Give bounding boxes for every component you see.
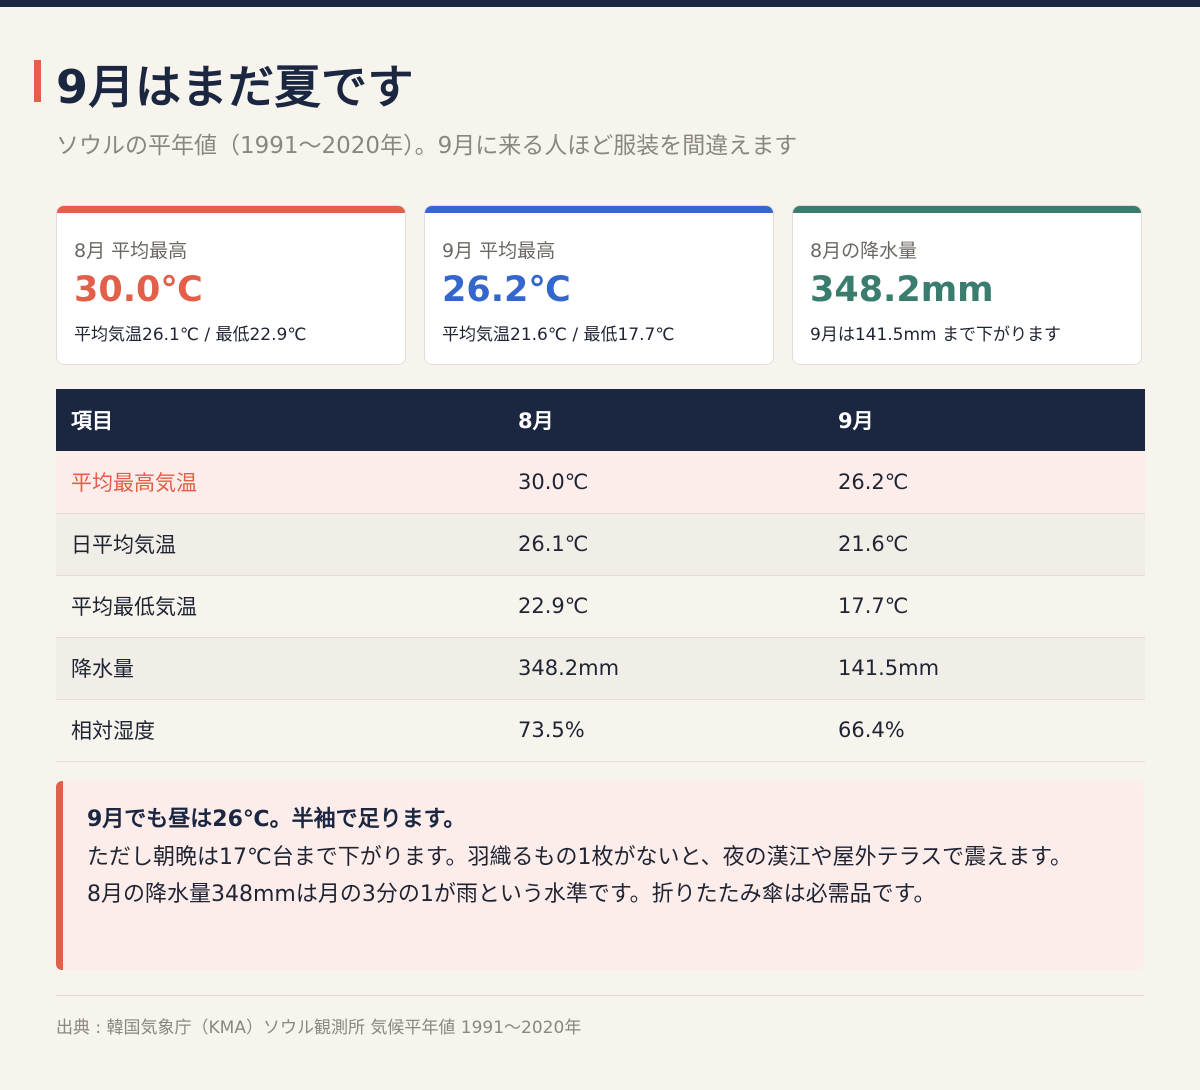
table-row: 平均最低気温 22.9℃ 17.7℃	[56, 575, 1145, 638]
page-header: 9月はまだ夏です ソウルの平年値（1991〜2020年）。9月に来る人ほど服装を…	[34, 56, 1144, 166]
card-label: 8月の降水量	[810, 240, 918, 262]
cell-aug: 26.1℃	[503, 513, 823, 576]
card-label: 8月 平均最高	[74, 240, 188, 262]
cell-sep: 17.7℃	[823, 575, 1145, 638]
row-label: 日平均気温	[56, 513, 503, 576]
table-row: 平均最高気温 30.0℃ 26.2℃	[56, 451, 1145, 514]
card-note: 平均気温21.6℃ / 最低17.7℃	[442, 325, 675, 345]
callout-headline: 9月でも昼は26℃。半袖で足ります。	[87, 807, 466, 832]
title-row: 9月はまだ夏です	[34, 56, 1144, 118]
card-value: 30.0℃	[74, 270, 203, 310]
top-band	[0, 0, 1200, 7]
advice-callout: 9月でも昼は26℃。半袖で足ります。 ただし朝晩は17℃台まで下がります。羽織る…	[56, 781, 1144, 970]
cell-sep: 26.2℃	[823, 451, 1145, 514]
cell-aug: 22.9℃	[503, 575, 823, 638]
column-header-sep: 9月	[823, 389, 1145, 451]
page-subtitle: ソウルの平年値（1991〜2020年）。9月に来る人ほど服装を間違えます	[56, 133, 798, 159]
card-label: 9月 平均最高	[442, 240, 556, 262]
climate-table: 項目 8月 9月 平均最高気温 30.0℃ 26.2℃ 日平均気温 26.1℃ …	[56, 389, 1145, 762]
title-accent-bar	[34, 60, 41, 102]
card-note: 9月は141.5mm まで下がります	[810, 325, 1062, 345]
stat-card-aug-high: 8月 平均最高 30.0℃ 平均気温26.1℃ / 最低22.9℃	[56, 205, 406, 365]
stat-card-sep-high: 9月 平均最高 26.2℃ 平均気温21.6℃ / 最低17.7℃	[424, 205, 774, 365]
row-label: 降水量	[56, 637, 503, 700]
callout-text: ただし朝晩は17℃台まで下がります。羽織るもの1枚がないと、夜の漢江や屋外テラス…	[87, 844, 1072, 870]
card-accent-bar	[425, 206, 773, 213]
row-label: 平均最低気温	[56, 575, 503, 638]
card-value: 26.2℃	[442, 270, 571, 310]
card-accent-bar	[57, 206, 405, 213]
column-header-aug: 8月	[503, 389, 823, 451]
card-note: 平均気温26.1℃ / 最低22.9℃	[74, 325, 307, 345]
cell-aug: 73.5%	[503, 699, 823, 762]
page-title: 9月はまだ夏です	[56, 60, 415, 114]
row-label: 相対湿度	[56, 699, 503, 762]
cell-sep: 21.6℃	[823, 513, 1145, 576]
card-accent-bar	[793, 206, 1141, 213]
source-note: 出典 : 韓国気象庁（KMA）ソウル観測所 気候平年値 1991〜2020年	[56, 1018, 582, 1038]
stat-cards: 8月 平均最高 30.0℃ 平均気温26.1℃ / 最低22.9℃ 9月 平均最…	[56, 205, 1144, 365]
footer-divider	[56, 995, 1144, 996]
column-header-item: 項目	[56, 389, 503, 451]
card-value: 348.2mm	[810, 270, 994, 310]
cell-sep: 66.4%	[823, 699, 1145, 762]
stat-card-aug-rain: 8月の降水量 348.2mm 9月は141.5mm まで下がります	[792, 205, 1142, 365]
row-label: 平均最高気温	[56, 451, 503, 514]
table-row: 日平均気温 26.1℃ 21.6℃	[56, 513, 1145, 576]
callout-accent-bar	[56, 781, 63, 970]
callout-text: 8月の降水量348mmは月の3分の1が雨という水準です。折りたたみ傘は必需品です…	[87, 882, 936, 907]
cell-aug: 348.2mm	[503, 637, 823, 700]
cell-sep: 141.5mm	[823, 637, 1145, 700]
table-row: 相対湿度 73.5% 66.4%	[56, 699, 1145, 762]
table-header-row: 項目 8月 9月	[56, 389, 1145, 451]
cell-aug: 30.0℃	[503, 451, 823, 514]
table-row: 降水量 348.2mm 141.5mm	[56, 637, 1145, 700]
